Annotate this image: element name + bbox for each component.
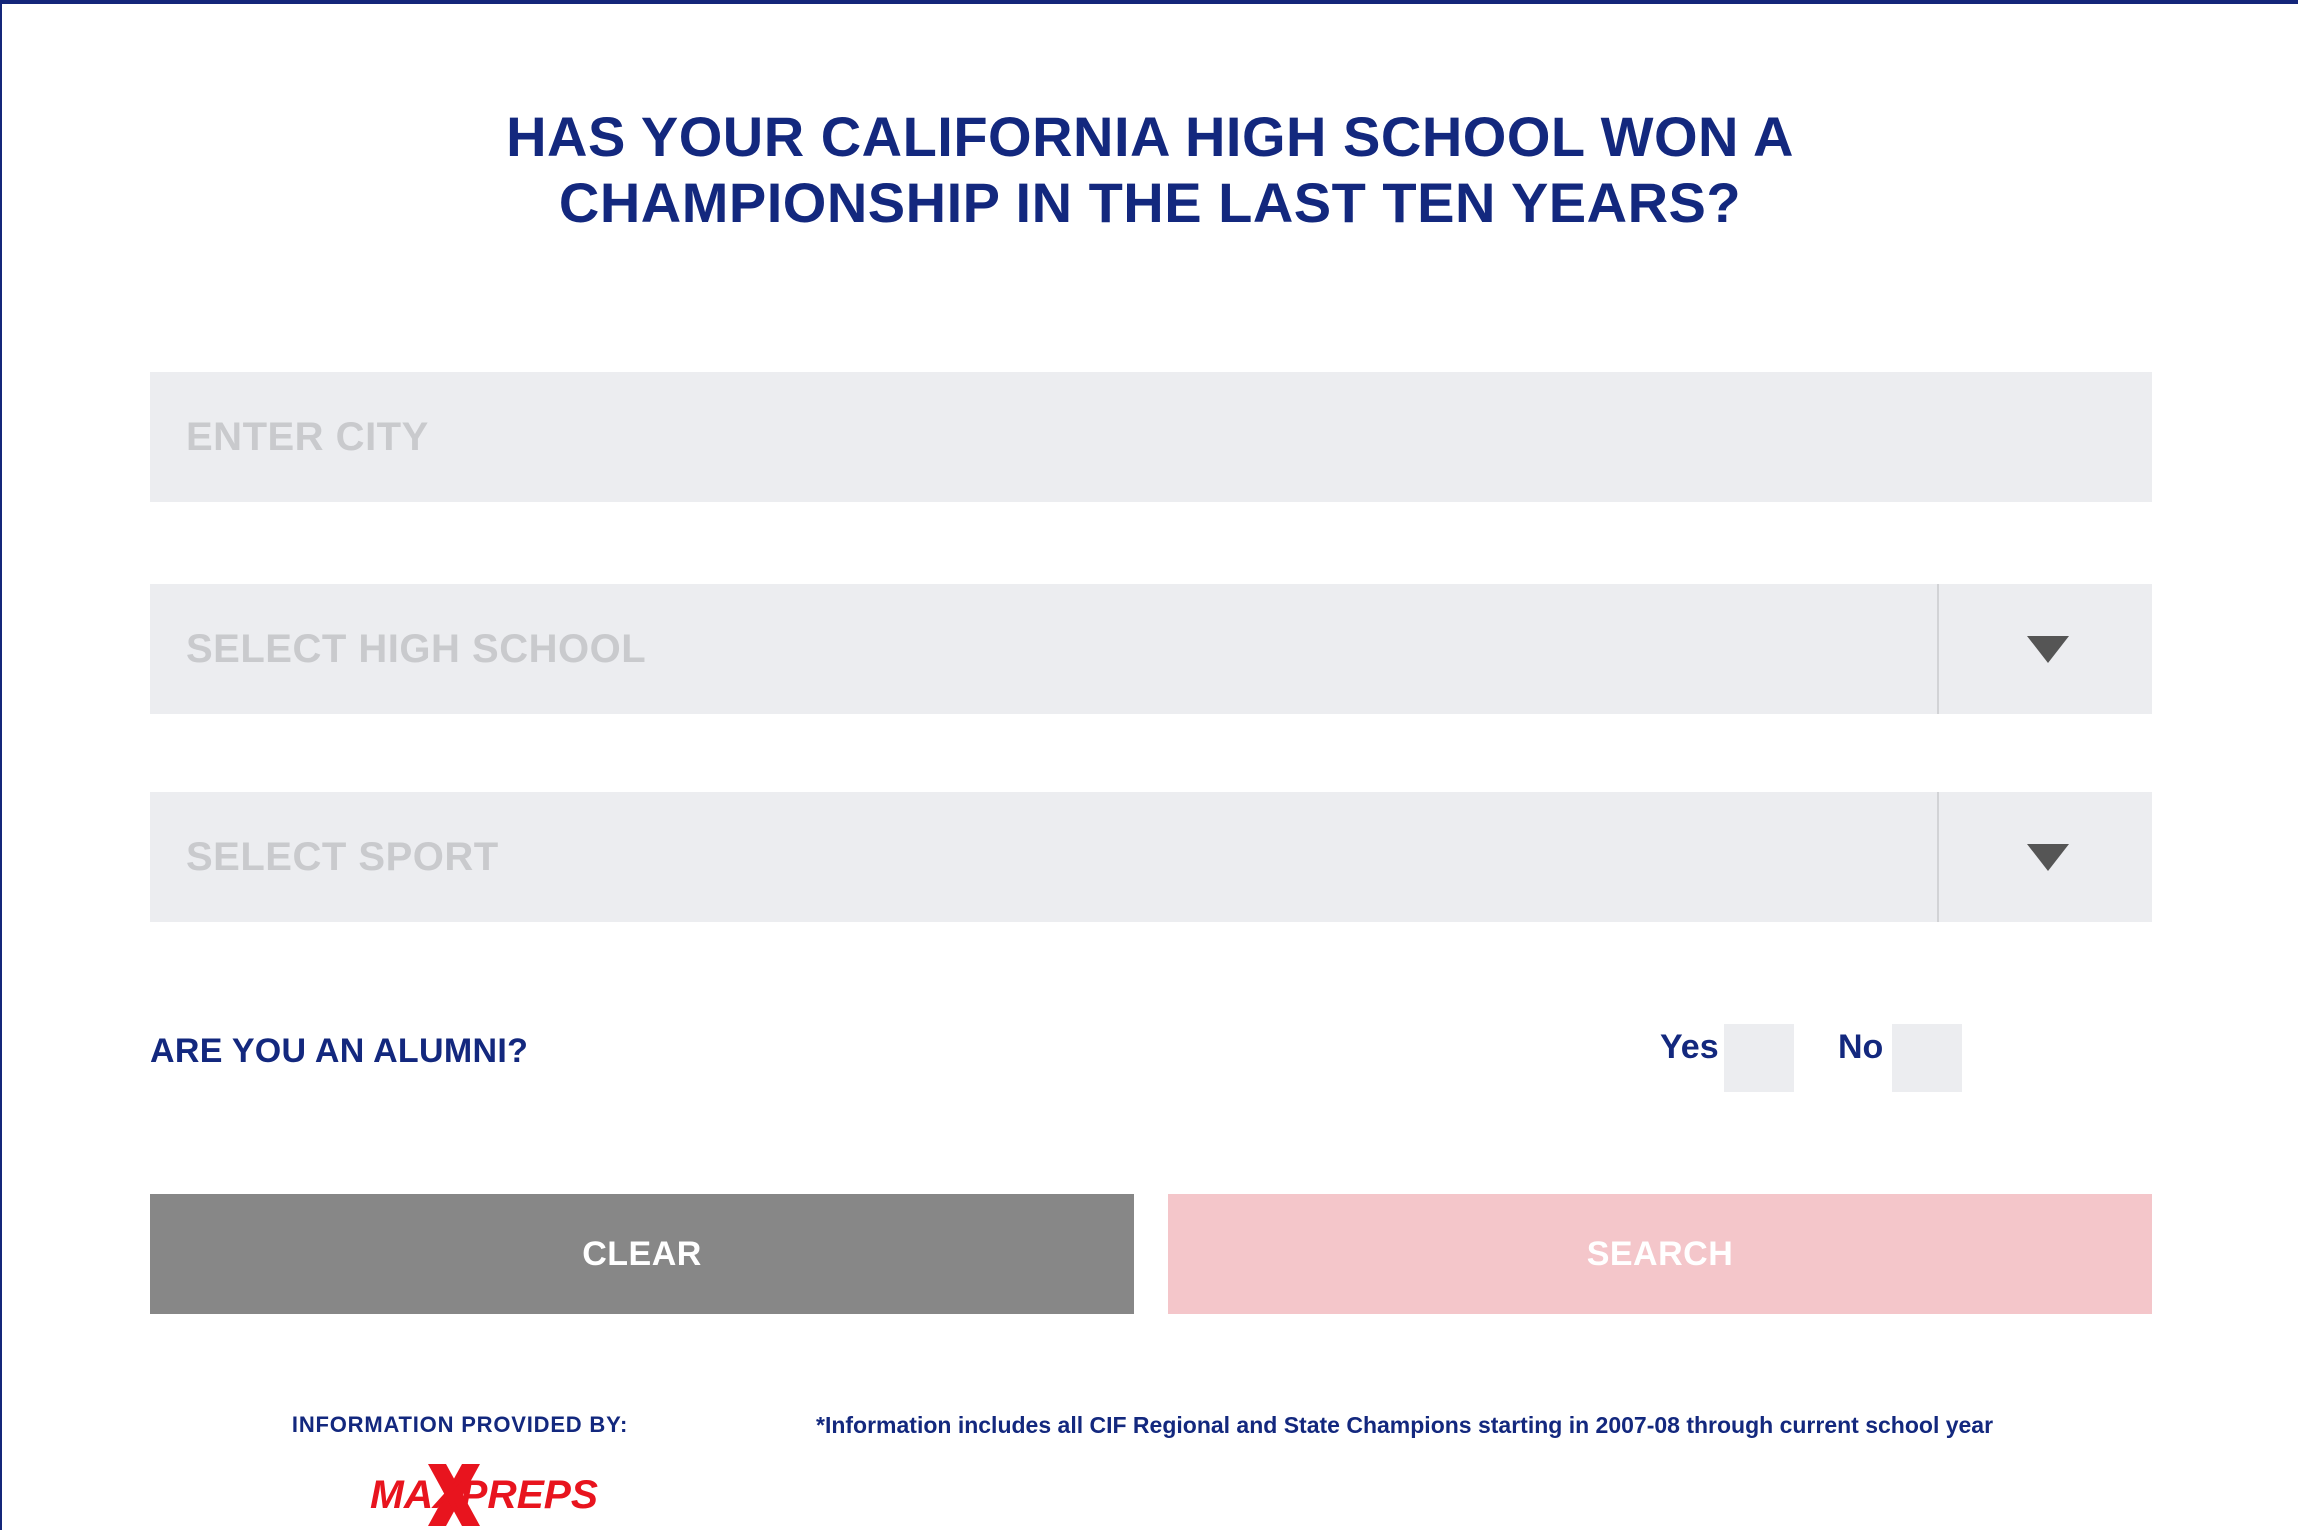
search-button[interactable]: SEARCH <box>1168 1194 2152 1314</box>
alumni-yes-checkbox[interactable] <box>1724 1024 1794 1092</box>
city-field <box>150 372 2152 502</box>
alumni-question: ARE YOU AN ALUMNI? <box>150 1032 529 1070</box>
footnote: *Information includes all CIF Regional a… <box>816 1412 1994 1438</box>
provided-by-label: INFORMATION PROVIDED BY: <box>291 1412 629 1437</box>
clear-button[interactable]: CLEAR <box>150 1194 1134 1314</box>
alumni-yes-label: Yes <box>1660 1028 1719 1066</box>
high-school-dropdown-button[interactable] <box>1937 584 2152 714</box>
title-line-1: HAS YOUR CALIFORNIA HIGH SCHOOL WON A <box>506 105 1794 168</box>
sport-select-label: SELECT SPORT <box>186 835 499 879</box>
alumni-no-label: No <box>1838 1028 1884 1066</box>
chevron-down-icon <box>2027 844 2069 871</box>
alumni-no-checkbox[interactable] <box>1892 1024 1962 1092</box>
city-input[interactable] <box>150 372 2152 502</box>
sport-select[interactable]: SELECT SPORT <box>150 792 2152 922</box>
sport-dropdown-button[interactable] <box>1937 792 2152 922</box>
maxpreps-logo: MAXPREPS <box>370 1464 598 1526</box>
high-school-select-label: SELECT HIGH SCHOOL <box>186 627 647 671</box>
page-title: HAS YOUR CALIFORNIA HIGH SCHOOL WON A CH… <box>400 104 1900 236</box>
high-school-select[interactable]: SELECT HIGH SCHOOL <box>150 584 2152 714</box>
title-line-2: CHAMPIONSHIP IN THE LAST TEN YEARS? <box>558 171 1742 234</box>
logo-wordmark: MAXPREPS <box>370 1473 598 1517</box>
chevron-down-icon <box>2027 636 2069 663</box>
